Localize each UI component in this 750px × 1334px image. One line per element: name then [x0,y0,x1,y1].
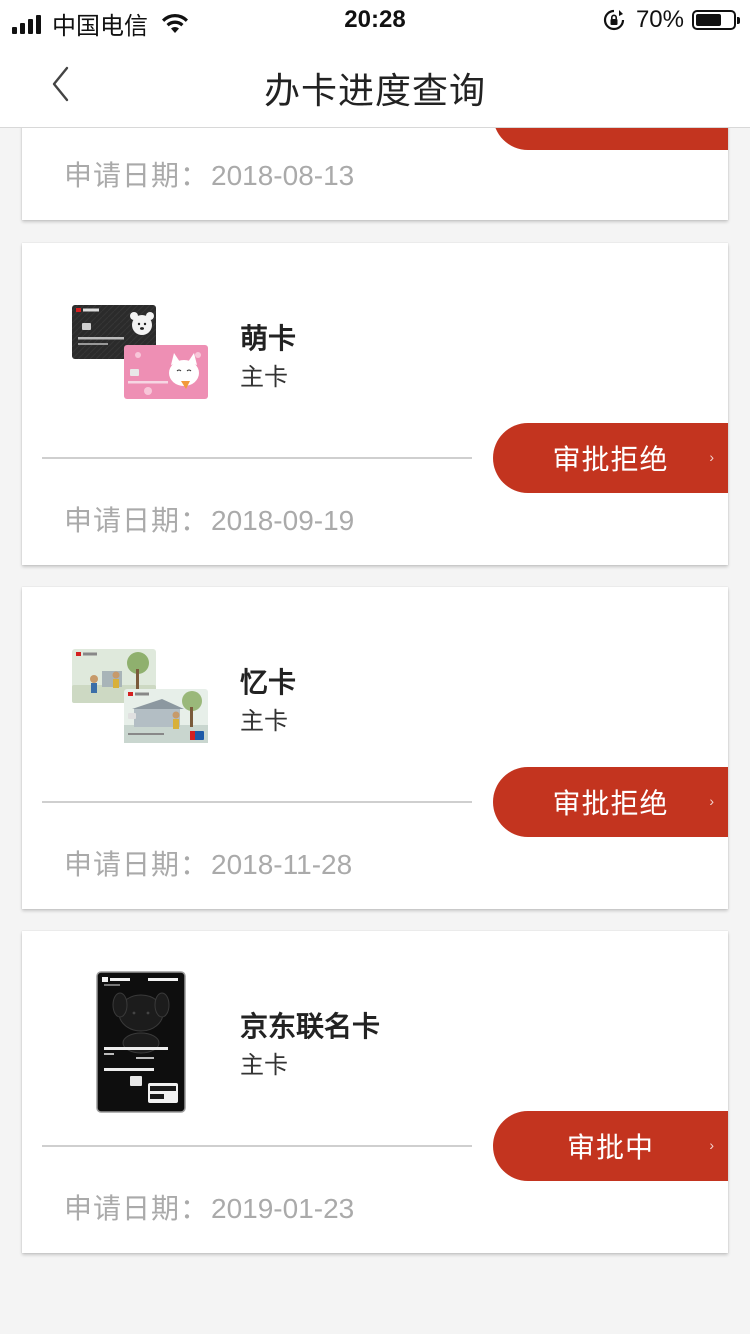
status-right: 70% [602,6,740,34]
status-button-label: 审批中 [566,1132,654,1163]
apply-date-label: 申请日期： [64,505,210,536]
apply-date: 申请日期：2019-01-23 [64,1187,354,1227]
orientation-lock-icon [603,9,625,31]
status-button-label: 审批拒绝 [552,444,669,475]
apply-date-value: 2019-01-23 [211,1193,355,1224]
card-name: 萌卡 [240,323,297,354]
status-button[interactable]: 审批中 › [493,1111,728,1181]
card-name: 忆卡 [240,667,297,698]
status-bar: 中国电信 20:28 70% [0,0,750,40]
apply-date-value: 2018-08-13 [211,160,355,191]
chevron-right-icon: › [709,1137,714,1153]
apply-date: 申请日期：2018-11-28 [64,843,352,883]
chevron-right-icon: › [709,449,714,465]
apply-date-value: 2018-11-28 [211,849,353,880]
chevron-right-icon: › [709,793,714,809]
apply-date-label: 申请日期： [64,1193,210,1224]
card-image-jd [96,971,186,1113]
nav-bar: 办卡进度查询 [0,40,750,128]
card-type: 主卡 [240,364,288,391]
card-type: 主卡 [240,708,288,735]
battery-percent: 70% [635,6,684,33]
screen: 中国电信 20:28 70% 办卡进度查询 申请日期：2018-08-13 萌卡… [0,0,750,1334]
page-title: 办卡进度查询 [263,70,486,111]
application-card[interactable]: 萌卡 主卡 审批拒绝 › 申请日期：2018-09-19 [22,243,728,565]
status-button-label: 审批拒绝 [552,788,669,819]
card-image-yi [72,649,208,743]
card-type: 主卡 [240,1052,288,1079]
application-card[interactable]: 京东联名卡 主卡 审批中 › 申请日期：2019-01-23 [22,931,728,1253]
apply-date-value: 2018-09-19 [211,505,355,536]
battery-icon [692,10,740,30]
application-card[interactable]: 忆卡 主卡 审批拒绝 › 申请日期：2018-11-28 [22,587,728,909]
divider [42,801,472,803]
divider [42,1145,472,1147]
divider [42,457,472,459]
apply-date: 申请日期：2018-08-13 [64,154,354,194]
card-image-meng [72,305,208,399]
card-name: 京东联名卡 [240,1011,381,1042]
status-button[interactable]: 审批拒绝 › [493,423,728,493]
apply-date-label: 申请日期： [64,160,210,191]
status-button[interactable]: 审批拒绝 › [493,767,728,837]
apply-date-label: 申请日期： [64,849,210,880]
apply-date: 申请日期：2018-09-19 [64,499,354,539]
